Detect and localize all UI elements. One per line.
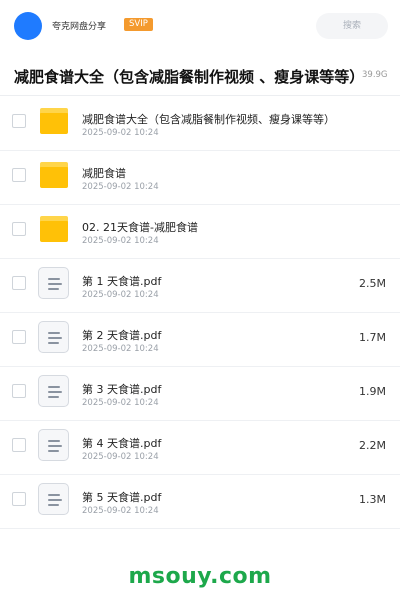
item-date: 2025-09-02 10:24 xyxy=(82,452,159,462)
item-date: 2025-09-02 10:24 xyxy=(82,182,159,192)
folder-size: 39.9G xyxy=(362,70,388,80)
item-size: 1.3M xyxy=(359,493,386,506)
file-row[interactable]: 第 3 天食谱.pdf 2025-09-02 10:24 1.9M xyxy=(0,366,400,421)
row-checkbox[interactable] xyxy=(12,222,26,236)
item-name: 第 5 天食谱.pdf xyxy=(82,491,162,504)
file-row[interactable]: 第 5 天食谱.pdf 2025-09-02 10:24 1.3M xyxy=(0,474,400,529)
folder-row[interactable]: 02. 21天食谱-减肥食谱 2025-09-02 10:24 xyxy=(0,204,400,259)
item-date: 2025-09-02 10:24 xyxy=(82,128,159,138)
folder-icon xyxy=(40,108,68,134)
file-row[interactable]: 第 4 天食谱.pdf 2025-09-02 10:24 2.2M xyxy=(0,420,400,475)
item-size: 1.7M xyxy=(359,331,386,344)
file-row[interactable]: 第 2 天食谱.pdf 2025-09-02 10:24 1.7M xyxy=(0,312,400,367)
document-icon xyxy=(38,429,69,461)
document-icon xyxy=(38,321,69,353)
share-name: 夸克网盘分享 xyxy=(52,22,107,32)
item-name: 第 2 天食谱.pdf xyxy=(82,329,162,342)
folder-title: 减肥食谱大全（包含减脂餐制作视频 、瘦身课等等） xyxy=(14,68,365,86)
top-bar: 夸克网盘分享 SVIP 搜索 xyxy=(0,0,400,52)
item-name: 减肥食谱大全（包含减脂餐制作视频、瘦身课等等） xyxy=(82,113,335,126)
item-name: 02. 21天食谱-减肥食谱 xyxy=(82,221,198,234)
item-date: 2025-09-02 10:24 xyxy=(82,290,159,300)
row-checkbox[interactable] xyxy=(12,168,26,182)
item-size: 1.9M xyxy=(359,385,386,398)
item-name: 第 4 天食谱.pdf xyxy=(82,437,162,450)
document-icon xyxy=(38,375,69,407)
folder-row[interactable]: 减肥食谱 2025-09-02 10:24 xyxy=(0,150,400,205)
avatar[interactable] xyxy=(14,12,42,40)
folder-row[interactable]: 减肥食谱大全（包含减脂餐制作视频、瘦身课等等） 2025-09-02 10:24 xyxy=(0,96,400,151)
document-icon xyxy=(38,267,69,299)
item-size: 2.2M xyxy=(359,439,386,452)
item-date: 2025-09-02 10:24 xyxy=(82,398,159,408)
item-name: 减肥食谱 xyxy=(82,167,126,180)
row-checkbox[interactable] xyxy=(12,114,26,128)
row-checkbox[interactable] xyxy=(12,330,26,344)
file-row[interactable]: 第 1 天食谱.pdf 2025-09-02 10:24 2.5M xyxy=(0,258,400,313)
document-icon xyxy=(38,483,69,515)
row-checkbox[interactable] xyxy=(12,384,26,398)
watermark: msouy.com xyxy=(128,564,272,589)
row-checkbox[interactable] xyxy=(12,492,26,506)
item-date: 2025-09-02 10:24 xyxy=(82,344,159,354)
folder-icon xyxy=(40,162,68,188)
row-checkbox[interactable] xyxy=(12,438,26,452)
row-checkbox[interactable] xyxy=(12,276,26,290)
search-button[interactable]: 搜索 xyxy=(316,13,388,39)
item-name: 第 3 天食谱.pdf xyxy=(82,383,162,396)
item-name: 第 1 天食谱.pdf xyxy=(82,275,162,288)
item-date: 2025-09-02 10:24 xyxy=(82,506,159,516)
svip-badge: SVIP xyxy=(124,18,153,31)
item-size: 2.5M xyxy=(359,277,386,290)
item-date: 2025-09-02 10:24 xyxy=(82,236,159,246)
folder-icon xyxy=(40,216,68,242)
